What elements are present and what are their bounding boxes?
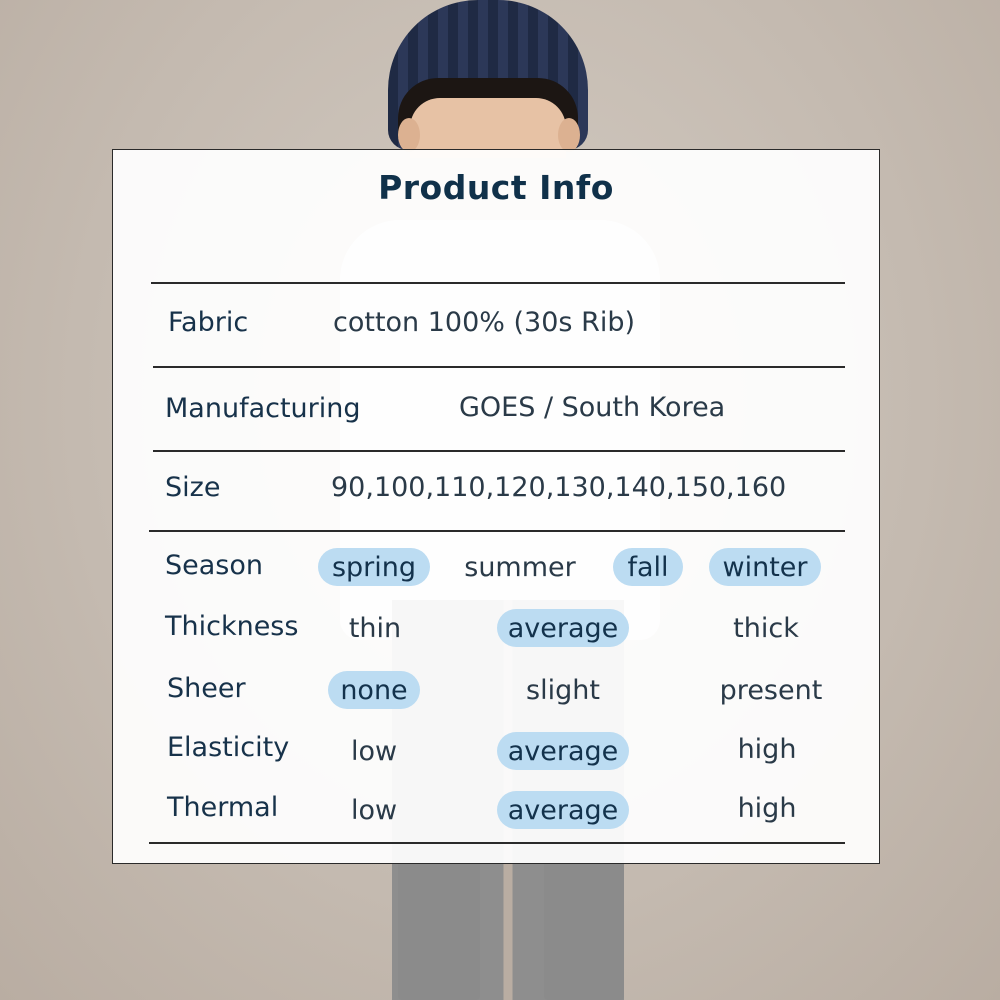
sheer-option-slight: slight <box>526 675 600 706</box>
thermal-option-high: high <box>737 793 797 824</box>
elasticity-option-low: low <box>350 736 398 767</box>
manufacturing-label: Manufacturing <box>165 393 361 424</box>
child-ear-left <box>398 118 420 152</box>
thermal-option-low: low <box>350 795 398 826</box>
product-info-panel: Product Info Fabric cotton 100% (30s Rib… <box>112 149 880 864</box>
fabric-label: Fabric <box>168 307 249 338</box>
manufacturing-value: GOES / South Korea <box>459 392 726 423</box>
thickness-option-average: average <box>497 609 629 647</box>
season-label: Season <box>165 550 263 581</box>
elasticity-option-high: high <box>737 734 797 765</box>
thickness-label: Thickness <box>165 611 299 642</box>
thermal-option-average: average <box>497 791 629 829</box>
sheer-option-none: none <box>328 671 420 709</box>
child-ear-right <box>558 118 580 152</box>
divider-size <box>149 530 845 532</box>
pant-leg-left <box>398 860 480 1000</box>
panel-title: Product Info <box>378 168 614 207</box>
size-label: Size <box>165 472 221 503</box>
season-option-winter: winter <box>709 548 821 586</box>
season-option-fall: fall <box>613 548 683 586</box>
thickness-option-thin: thin <box>348 613 402 644</box>
season-option-spring: spring <box>318 548 430 586</box>
divider-top <box>151 282 845 284</box>
thermal-label: Thermal <box>167 792 279 823</box>
sheer-option-present: present <box>719 675 823 706</box>
divider-bottom <box>149 842 845 844</box>
size-value: 90,100,110,120,130,140,150,160 <box>331 472 787 503</box>
season-option-summer: summer <box>464 552 576 583</box>
sheer-label: Sheer <box>167 673 246 704</box>
elasticity-option-average: average <box>497 732 629 770</box>
elasticity-label: Elasticity <box>167 732 290 763</box>
fabric-value: cotton 100% (30s Rib) <box>333 307 635 338</box>
divider-fabric <box>153 366 845 368</box>
pant-leg-right <box>544 860 624 1000</box>
divider-manufacturing <box>153 450 845 452</box>
thickness-option-thick: thick <box>733 613 799 644</box>
